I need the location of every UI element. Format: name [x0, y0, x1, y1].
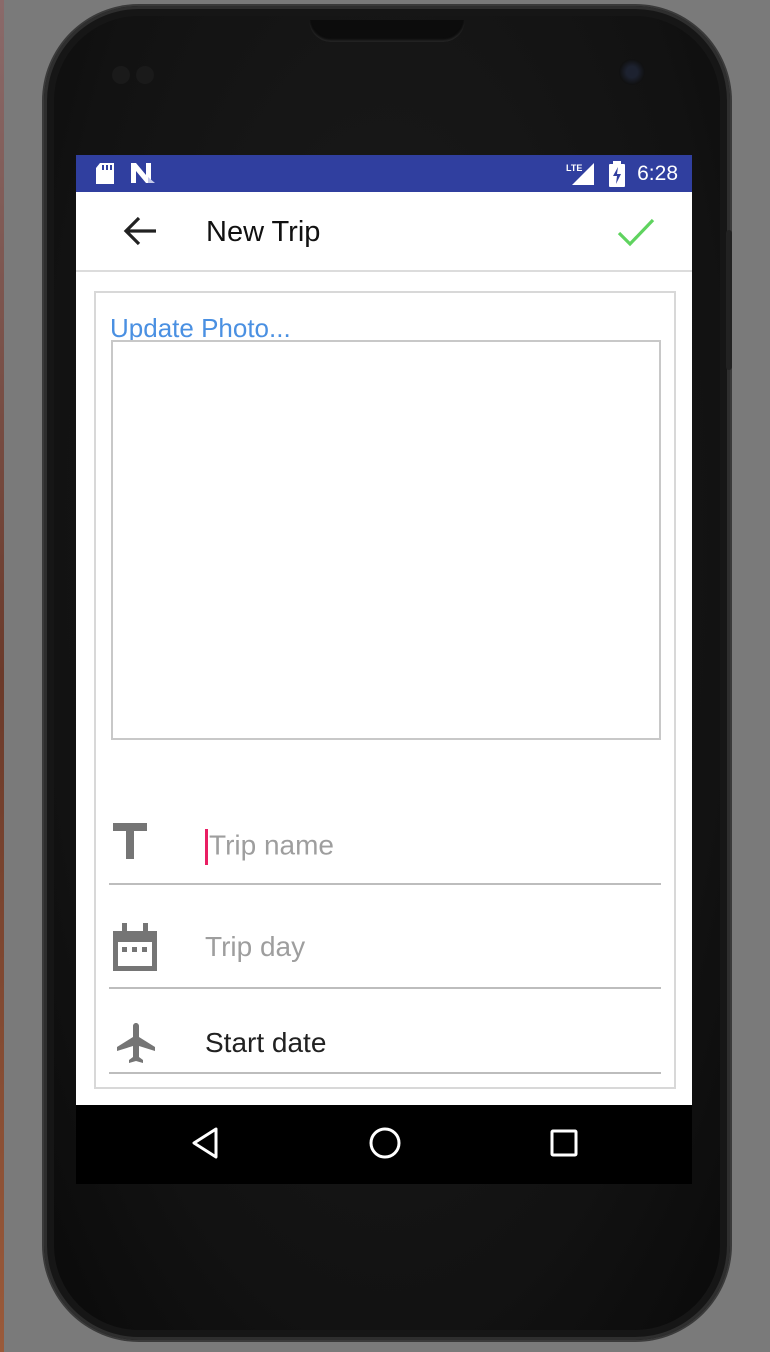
- airplane-icon: [113, 1019, 161, 1072]
- trip-name-placeholder: Trip name: [209, 829, 335, 861]
- battery-icon: [609, 161, 625, 192]
- earpiece-speaker: [309, 20, 465, 42]
- start-date-field[interactable]: Start date: [109, 989, 661, 1074]
- text-cursor: [205, 829, 208, 865]
- status-bar: LTE 6:28: [76, 155, 692, 192]
- check-icon[interactable]: [616, 214, 656, 250]
- proximity-sensor: [112, 66, 130, 84]
- page-title: New Trip: [206, 216, 321, 248]
- trip-day-placeholder: Trip day: [205, 931, 306, 962]
- trip-name-field[interactable]: Trip name: [109, 809, 661, 885]
- sd-card-icon: [96, 163, 114, 189]
- n-notification-icon: [131, 163, 155, 188]
- home-circle-icon[interactable]: [368, 1125, 402, 1166]
- back-triangle-icon[interactable]: [190, 1125, 220, 1166]
- recents-square-icon[interactable]: [549, 1125, 579, 1166]
- title-t-icon: [113, 823, 147, 864]
- system-nav-bar: [76, 1105, 692, 1184]
- arrow-back-icon[interactable]: [120, 214, 160, 248]
- calendar-icon: [113, 923, 157, 976]
- photo-preview[interactable]: [111, 340, 661, 740]
- start-date-value: Start date: [205, 1027, 327, 1058]
- trip-day-field[interactable]: Trip day: [109, 885, 661, 989]
- desktop-background-strip: [0, 0, 4, 1352]
- volume-button[interactable]: [726, 230, 732, 370]
- app-bar: New Trip: [76, 192, 692, 272]
- front-camera: [619, 59, 645, 85]
- light-sensor: [136, 66, 154, 84]
- lte-signal-icon: LTE: [566, 161, 596, 192]
- svg-text:LTE: LTE: [566, 163, 582, 173]
- trip-form-card: Update Photo... Trip name Trip day Start…: [94, 291, 676, 1089]
- status-time: 6:28: [637, 162, 678, 185]
- field-underline: [109, 1072, 661, 1074]
- device-screen: LTE 6:28 New Trip Update Photo... Trip n…: [76, 155, 692, 1184]
